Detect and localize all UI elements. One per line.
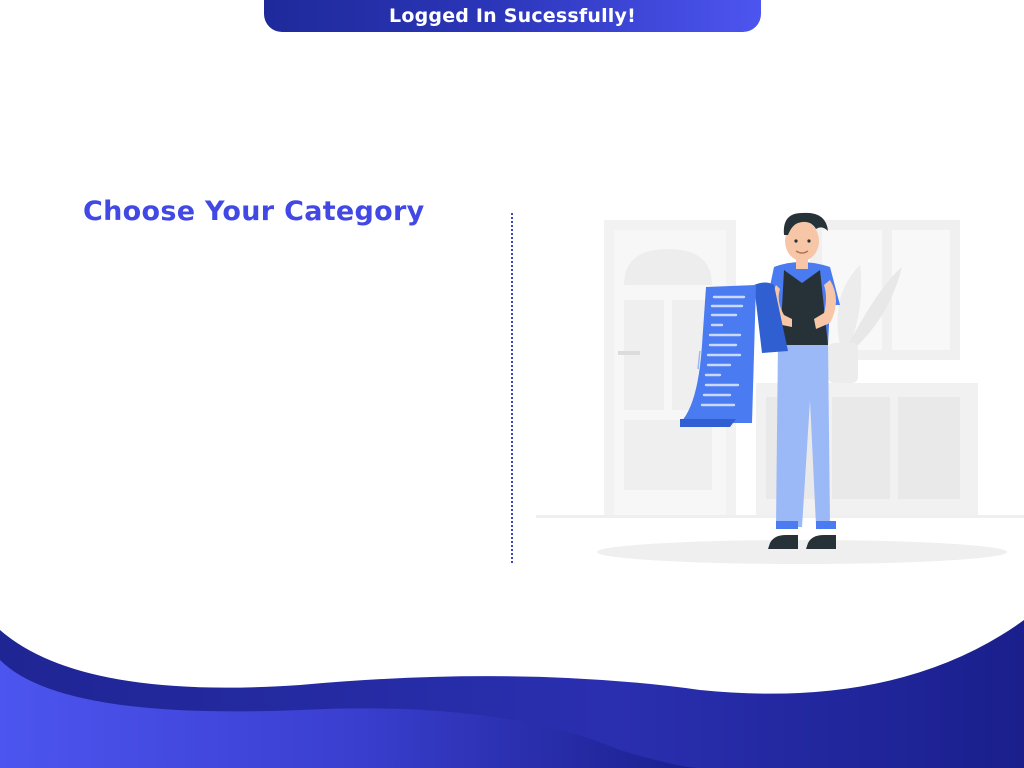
page-title: Choose Your Category [83, 196, 425, 227]
footer-waves [0, 620, 1024, 768]
success-toast: Logged In Sucessfully! [264, 0, 761, 32]
floor-shadow [597, 540, 1007, 564]
toast-message: Logged In Sucessfully! [389, 5, 636, 27]
vertical-divider [511, 213, 513, 563]
page: Logged In Sucessfully! Choose Your Categ… [0, 0, 1024, 768]
person-reading-list-illustration [536, 212, 1024, 564]
